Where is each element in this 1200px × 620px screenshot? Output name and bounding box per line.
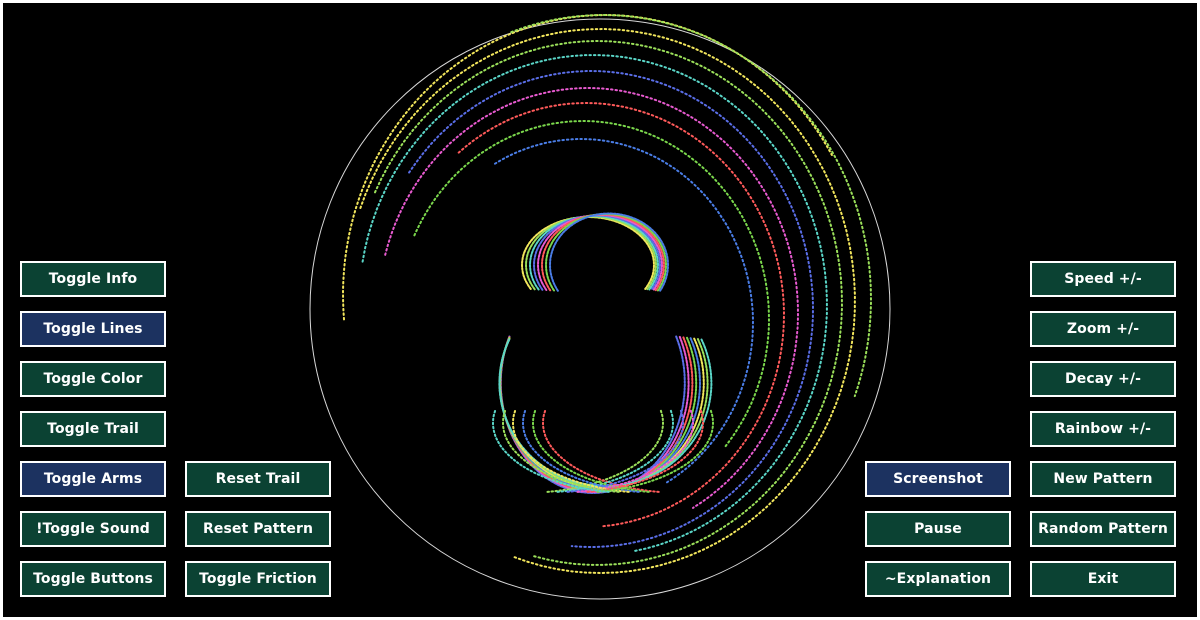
boundary-circle: [309, 18, 891, 600]
trail-group: [341, 13, 873, 575]
speed-button[interactable]: Speed +/-: [1030, 261, 1176, 297]
exit-button[interactable]: Exit: [1030, 561, 1176, 597]
trail-path: [341, 13, 833, 321]
trail-path: [384, 86, 800, 509]
toggle-color-button[interactable]: Toggle Color: [20, 361, 166, 397]
toggle-arms-button[interactable]: Toggle Arms: [20, 461, 166, 497]
trail-path: [492, 409, 610, 493]
toggle-buttons-button[interactable]: Toggle Buttons: [20, 561, 166, 597]
trail-path: [457, 101, 786, 528]
trail-path: [512, 409, 630, 493]
trail-path: [498, 337, 702, 491]
decay-button[interactable]: Decay +/-: [1030, 361, 1176, 397]
pause-button[interactable]: Pause: [865, 511, 1011, 547]
simulation-canvas[interactable]: [3, 3, 1197, 617]
pendulum-pattern: [309, 13, 891, 600]
toggle-friction-button[interactable]: Toggle Friction: [185, 561, 331, 597]
random-pattern-button[interactable]: Random Pattern: [1030, 511, 1176, 547]
zoom-button[interactable]: Zoom +/-: [1030, 311, 1176, 347]
toggle-info-button[interactable]: Toggle Info: [20, 261, 166, 297]
new-pattern-button[interactable]: New Pattern: [1030, 461, 1176, 497]
toggle-sound-button[interactable]: !Toggle Sound: [20, 511, 166, 547]
reset-trail-button[interactable]: Reset Trail: [185, 461, 331, 497]
trail-path: [522, 409, 640, 493]
reset-pattern-button[interactable]: Reset Pattern: [185, 511, 331, 547]
explanation-button[interactable]: ~Explanation: [865, 561, 1011, 597]
toggle-lines-button[interactable]: Toggle Lines: [20, 311, 166, 347]
trail-path: [413, 119, 771, 448]
screenshot-button[interactable]: Screenshot: [865, 461, 1011, 497]
rainbow-button[interactable]: Rainbow +/-: [1030, 411, 1176, 447]
toggle-trail-button[interactable]: Toggle Trail: [20, 411, 166, 447]
